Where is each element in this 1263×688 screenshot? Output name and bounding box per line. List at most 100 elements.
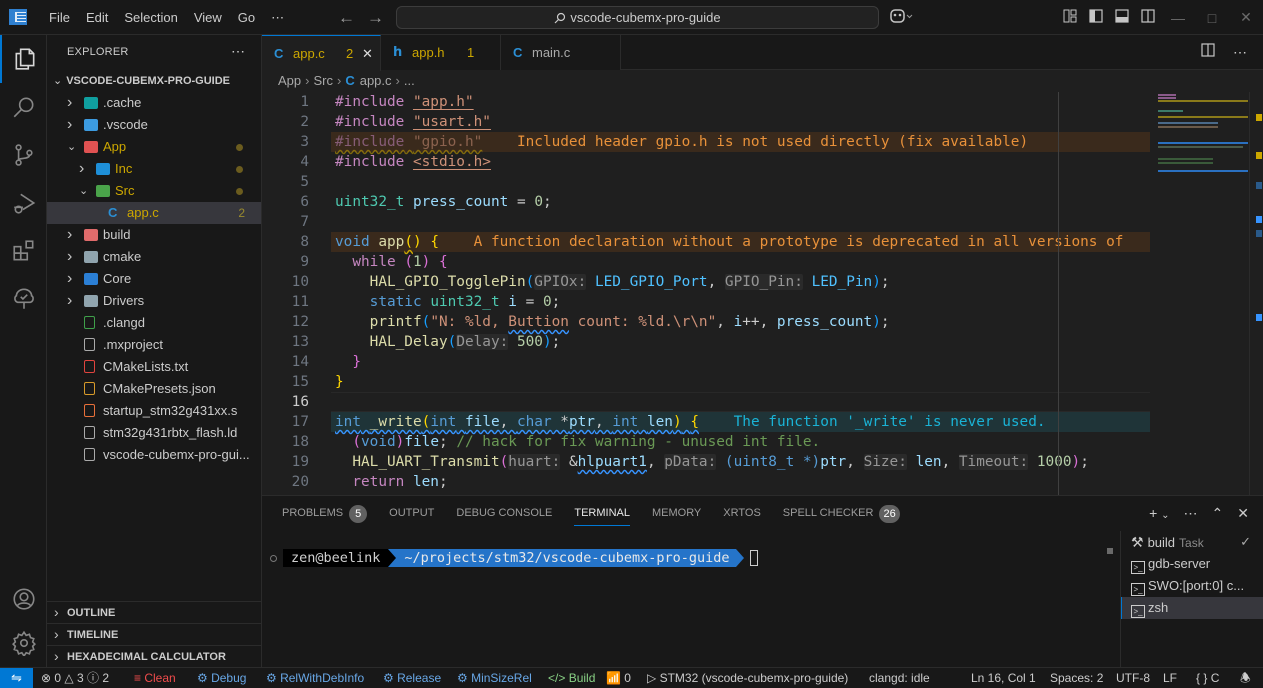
tree-item-startup-stm32g431xx-s[interactable]: startup_stm32g431xx.s [47, 400, 261, 422]
tab-app-h[interactable]: h app.h 1 [381, 35, 501, 70]
panel-more-icon[interactable]: ⋯ [1184, 496, 1198, 533]
copilot-icon[interactable] [890, 8, 914, 27]
clangd-status[interactable]: clangd: idle [869, 668, 930, 688]
tree-item-app[interactable]: ⌄ App [47, 136, 261, 158]
breadcrumb-src[interactable]: Src [313, 73, 333, 88]
line-number: 6 [300, 194, 309, 210]
cursor-position[interactable]: Ln 16, Col 1 [971, 668, 1036, 688]
menu-selection[interactable]: Selection [116, 0, 185, 35]
terminal-instance[interactable]: >_ zsh [1121, 597, 1263, 619]
minimize-icon[interactable]: — [1161, 10, 1195, 26]
command-center-search[interactable]: vscode-cubemx-pro-guide [396, 6, 879, 29]
tree-item-build[interactable]: › build [47, 224, 261, 246]
source-control-icon[interactable] [0, 131, 47, 179]
close-window-icon[interactable]: ✕ [1229, 9, 1263, 26]
panel-tab-problems[interactable]: PROBLEMS 5 [282, 496, 368, 531]
menu-edit[interactable]: Edit [78, 0, 116, 35]
tree-item-cmake[interactable]: › cmake [47, 246, 261, 268]
accounts-icon[interactable] [0, 575, 47, 623]
remote-indicator-icon[interactable]: ⇋ [0, 668, 33, 688]
breadcrumb-app[interactable]: App [278, 73, 301, 88]
search-icon[interactable] [0, 83, 47, 131]
breadcrumb-file[interactable]: app.c [360, 73, 392, 88]
close-tab-icon[interactable]: ✕ [362, 36, 373, 71]
minsizerel-preset-button[interactable]: ⚙ MinSizeRel [457, 668, 532, 688]
panel-tab-spell-checker[interactable]: SPELL CHECKER 26 [783, 496, 900, 531]
end-of-line[interactable]: LF [1163, 668, 1177, 688]
relwithdebinfo-preset-button[interactable]: ⚙ RelWithDebInfo [266, 668, 364, 688]
menu-file[interactable]: File [41, 0, 78, 35]
tree-item-cmakelists-txt[interactable]: CMakeLists.txt [47, 356, 261, 378]
breadcrumb-symbols[interactable]: ... [404, 73, 415, 88]
terminal-scrollbar[interactable] [1107, 548, 1113, 554]
release-preset-button[interactable]: ⚙ Release [383, 668, 441, 688]
hex-calculator-section[interactable]: HEXADECIMAL CALCULATOR [47, 645, 261, 667]
tab-app-c[interactable]: C app.c 2 ✕ [262, 35, 381, 71]
panel-tab-terminal[interactable]: TERMINAL [574, 496, 630, 531]
maximize-panel-icon[interactable]: ⌃ [1212, 496, 1224, 533]
panel-tab-memory[interactable]: MEMORY [652, 496, 701, 531]
terminal-instance[interactable]: ⚒ build Task ✓ [1121, 531, 1263, 553]
tree-item-src[interactable]: ⌄ Src [47, 180, 261, 202]
tree-item-core[interactable]: › Core [47, 268, 261, 290]
tree-item-app-c[interactable]: Capp.c 2 [47, 202, 261, 224]
close-panel-icon[interactable]: ✕ [1237, 496, 1249, 533]
terminal-instance[interactable]: >_ SWO:[port:0] c... [1121, 575, 1263, 597]
tree-item-vscode-cubemx-pro-gui-[interactable]: vscode-cubemx-pro-gui... [47, 444, 261, 466]
explorer-sidebar: EXPLORER ⋯ ⌄ VSCODE-CUBEMX-PRO-GUIDE › .ca… [47, 35, 262, 667]
inline-warning: A function declaration without a prototy… [473, 234, 1124, 250]
toggle-panel-icon[interactable] [1109, 9, 1135, 26]
check-icon: ✓ [1240, 534, 1251, 549]
debug-preset-button[interactable]: ⚙ Debug [197, 668, 246, 688]
tab-main-c[interactable]: C main.c [501, 35, 621, 70]
menu-go[interactable]: Go [230, 0, 263, 35]
toggle-primary-sidebar-icon[interactable] [1083, 9, 1109, 26]
indentation[interactable]: Spaces: 2 [1050, 668, 1103, 688]
target-selector[interactable]: ▷ STM32 (vscode-cubemx-pro-guide) [647, 668, 848, 688]
maximize-icon[interactable]: □ [1195, 10, 1229, 26]
code-editor[interactable]: 123456789101112131415161718192021 #inclu… [262, 92, 1150, 495]
testing-icon[interactable] [0, 275, 47, 323]
run-and-debug-icon[interactable] [0, 179, 47, 227]
tree-item--cache[interactable]: › .cache [47, 92, 261, 114]
arrow-right-icon[interactable]: → [367, 8, 384, 28]
customize-layout-icon[interactable] [1057, 9, 1083, 26]
tree-item-stm32g431rbtx-flash-ld[interactable]: stm32g431rbtx_flash.ld [47, 422, 261, 444]
ports-status[interactable]: 📶 0 [606, 668, 631, 688]
editor-more-icon[interactable]: ⋯ [1233, 35, 1247, 70]
explorer-icon[interactable] [0, 35, 47, 83]
split-editor-icon[interactable] [1201, 35, 1215, 70]
menu-more[interactable]: ⋯ [263, 0, 292, 35]
outline-section[interactable]: OUTLINE [47, 601, 261, 623]
tree-item--clangd[interactable]: .clangd [47, 312, 261, 334]
menu-view[interactable]: View [186, 0, 230, 35]
panel-tab-output[interactable]: OUTPUT [389, 496, 434, 531]
gear-icon[interactable] [0, 619, 47, 667]
minimap[interactable] [1158, 92, 1250, 495]
build-button[interactable]: </> Build [548, 668, 595, 688]
arrow-left-icon[interactable]: ← [338, 8, 355, 28]
terminal-prompt[interactable]: zen@beelink ~/projects/stm32/vscode-cube… [270, 548, 758, 568]
clean-button[interactable]: ≡ Clean [134, 668, 176, 688]
encoding[interactable]: UTF-8 [1116, 668, 1150, 688]
timeline-section[interactable]: TIMELINE [47, 623, 261, 645]
extensions-icon[interactable] [0, 227, 47, 275]
language-mode[interactable]: { } C [1196, 668, 1219, 688]
tree-item-drivers[interactable]: › Drivers [47, 290, 261, 312]
more-actions-icon[interactable]: ⋯ [231, 35, 245, 68]
tree-item--mxproject[interactable]: .mxproject [47, 334, 261, 356]
terminal-instance[interactable]: >_ gdb-server [1121, 553, 1263, 575]
workspace-root[interactable]: ⌄ VSCODE-CUBEMX-PRO-GUIDE [47, 70, 261, 92]
panel-tab-debug-console[interactable]: DEBUG CONSOLE [456, 496, 552, 531]
c-file-icon: C [345, 73, 355, 88]
problems-status[interactable]: ⊗ 0 △ 3 ⓘ 2 [41, 668, 109, 688]
editor-scrollbar[interactable] [1249, 92, 1263, 495]
tree-item--vscode[interactable]: › .vscode [47, 114, 261, 136]
panel-tab-xrtos[interactable]: XRTOS [723, 496, 761, 531]
chevron-down-icon: ⌄ [79, 185, 89, 197]
tree-item-cmakepresets-json[interactable]: CMakePresets.json [47, 378, 261, 400]
tree-item-inc[interactable]: › Inc [47, 158, 261, 180]
new-terminal-icon[interactable]: + ⌄ [1149, 496, 1169, 533]
notifications-bell-icon[interactable]: 🕭 [1240, 668, 1251, 688]
toggle-secondary-sidebar-icon[interactable] [1135, 9, 1161, 26]
